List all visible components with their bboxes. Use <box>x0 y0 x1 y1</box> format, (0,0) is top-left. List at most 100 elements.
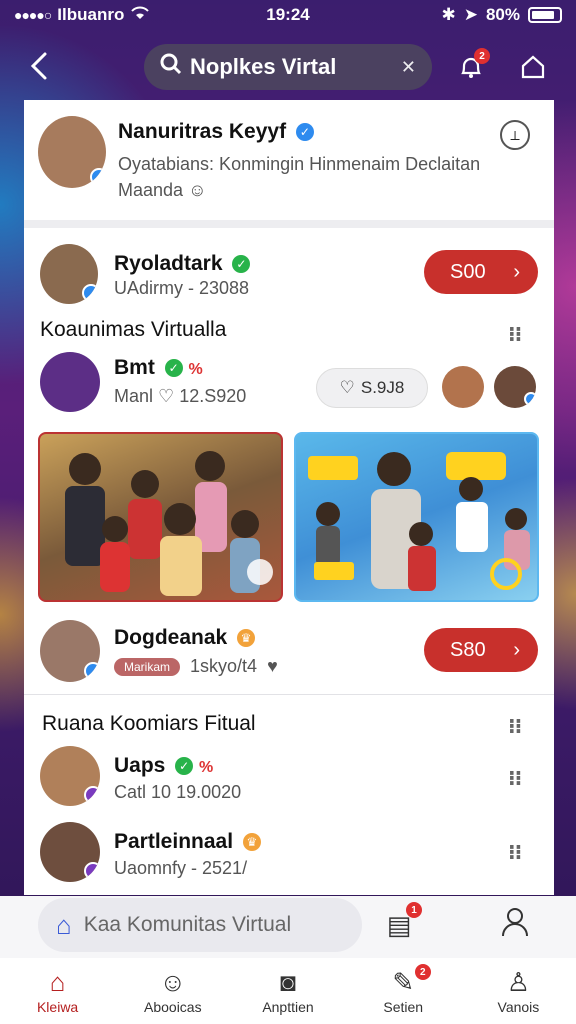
family-image-icon <box>65 451 273 596</box>
crown-icon: ♛ <box>237 629 256 647</box>
user-sub: 1skyo/t4 <box>190 656 258 676</box>
home-button[interactable] <box>510 44 556 90</box>
more-icon[interactable]: ⁝⁝ <box>508 714 522 739</box>
chat-icon: ☺ <box>159 967 187 997</box>
verified-badge-icon <box>90 168 106 186</box>
more-options-icon[interactable]: ⟂ <box>500 120 530 150</box>
edit-icon: ✎ <box>392 967 415 997</box>
list-item-sub: Catl 10 <box>114 782 172 802</box>
avatar[interactable] <box>38 116 106 188</box>
more-icon[interactable]: ⁝⁝ <box>508 766 522 791</box>
tab-label: Setien <box>383 999 424 1015</box>
tab-badge: 2 <box>414 964 431 980</box>
battery-icon <box>528 7 562 23</box>
price-label: S00 <box>450 260 486 283</box>
verified-icon: ✓ <box>175 757 194 775</box>
tab-label: Vanois <box>497 999 540 1015</box>
post-name: Bmt <box>114 356 155 379</box>
verified-badge-icon <box>524 392 536 406</box>
chevron-right-icon: › <box>513 260 520 283</box>
avatar[interactable] <box>40 244 98 304</box>
tab-profile[interactable]: ♙ Vanois <box>461 958 576 1024</box>
user-tag: Marikam <box>114 657 181 676</box>
tab-chat[interactable]: ☺ Abooicas <box>115 958 230 1024</box>
chevron-right-icon: › <box>513 638 520 661</box>
like-count: S.9J8 <box>360 378 405 397</box>
verified-icon: ✓ <box>295 123 314 141</box>
percent-icon: % <box>188 361 203 378</box>
crown-icon: ♛ <box>242 833 261 851</box>
heart-icon: ♡ <box>339 378 355 397</box>
profile-subtitle-line2: Maanda <box>118 180 184 200</box>
post-count: 12.S920 <box>179 386 247 406</box>
profile-subtitle: Oyatabians: Konmingin Hinmenaim Declaita… <box>118 154 481 174</box>
price-button[interactable]: S00 › <box>424 250 538 294</box>
avatar[interactable] <box>494 366 536 408</box>
profile-name: Nanuritras Keyyf <box>118 120 287 143</box>
like-button[interactable]: ♡ S.9J8 <box>316 368 428 408</box>
status-bar: ●●●●○ Ilbuanro 19:24 ✱ ➤ 80% <box>0 0 576 30</box>
verified-icon: ✓ <box>232 255 251 273</box>
list-item-name: Uaps <box>114 754 166 777</box>
heart-small-icon: ♡ <box>158 386 175 406</box>
tab-label: Abooicas <box>144 999 202 1015</box>
more-icon[interactable]: ⁝⁝ <box>508 322 522 347</box>
main-content: Nanuritras Keyyf ✓ Oyatabians: Konmingin… <box>24 100 554 895</box>
profile-button[interactable] <box>498 906 532 944</box>
photo-virtual[interactable] <box>294 432 539 602</box>
virtual-community-image-icon <box>308 452 530 591</box>
bluetooth-icon: ✱ <box>441 5 456 24</box>
back-button[interactable] <box>14 41 64 91</box>
more-icon[interactable]: ⁝⁝ <box>508 840 522 865</box>
verified-badge-icon <box>84 862 100 880</box>
tab-home[interactable]: ⌂ Kleiwa <box>0 958 115 1024</box>
profile-card[interactable]: Nanuritras Keyyf ✓ Oyatabians: Konmingin… <box>24 100 554 228</box>
tab-label: Anpttien <box>262 999 314 1015</box>
tab-app[interactable]: ◙ Anpttien <box>230 958 345 1024</box>
tab-settings[interactable]: ✎ 2 Setien <box>346 958 461 1024</box>
avatar[interactable] <box>40 822 100 882</box>
avatar[interactable] <box>40 620 100 682</box>
section-title: Ruana Koomiars Fitual <box>42 712 256 735</box>
search-icon <box>160 53 182 81</box>
percent-icon: % <box>199 759 214 776</box>
price-button[interactable]: S80 › <box>424 628 538 672</box>
clipboard-badge: 1 <box>406 902 422 918</box>
photo-family[interactable] <box>38 432 283 602</box>
search-text: Noplkes Virtal <box>190 54 337 79</box>
list-item-time: 19.0020 <box>176 782 242 802</box>
community-search-input[interactable]: ⌂ Kaa Komunitas Virtual <box>38 898 362 952</box>
community-icon: ⌂ <box>56 909 72 940</box>
tab-bar: ⌂ Kleiwa ☺ Abooicas ◙ Anpttien ✎ 2 Setie… <box>0 958 576 1024</box>
price-label: S80 <box>450 638 486 661</box>
user-sub: UAdirmy - 23088 <box>114 278 250 298</box>
home-icon: ⌂ <box>49 967 66 997</box>
heart-small-icon: ♥ <box>267 656 278 676</box>
app-icon: ◙ <box>280 967 296 997</box>
carrier-name: Ilbuanro <box>57 5 125 24</box>
user-icon <box>501 907 529 944</box>
post-sub: Manl <box>114 386 154 406</box>
list-item-sub: Uaomnfy - 2521/ <box>114 858 248 878</box>
verified-icon: ✓ <box>164 359 183 377</box>
list-item-name: Partleinnaal <box>114 830 234 853</box>
avatar[interactable] <box>40 746 100 806</box>
clipboard-button[interactable]: ▤ 1 <box>382 902 422 944</box>
verified-badge-icon <box>84 786 100 804</box>
wifi-icon <box>130 5 150 26</box>
divider <box>24 694 554 695</box>
notification-badge: 2 <box>474 48 490 64</box>
header: Noplkes Virtal ✕ 2 <box>0 34 576 98</box>
search-input[interactable]: Noplkes Virtal ✕ <box>144 44 432 90</box>
user-icon: ♙ <box>506 967 531 997</box>
signal-icon: ●●●●○ <box>14 7 52 23</box>
group-avatar[interactable] <box>40 352 100 412</box>
notification-button[interactable]: 2 <box>448 44 494 90</box>
section-title: Koaunimas Virtualla <box>40 318 227 341</box>
tab-label: Kleiwa <box>36 999 79 1015</box>
avatar[interactable] <box>442 366 484 408</box>
bottom-search-bar: ⌂ Kaa Komunitas Virtual ▤ 1 <box>0 896 576 958</box>
clear-search-icon[interactable]: ✕ <box>401 57 416 78</box>
user-name: Ryoladtark <box>114 252 223 275</box>
verified-badge-icon <box>84 662 100 680</box>
